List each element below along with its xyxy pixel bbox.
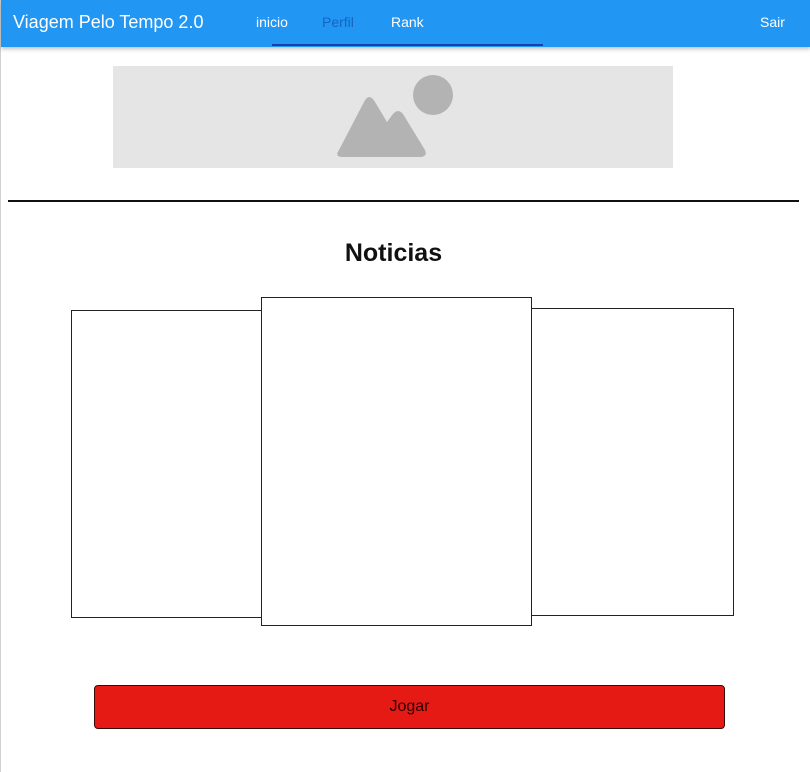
page: Viagem Pelo Tempo 2.0 inicio Perfil Rank…	[0, 0, 810, 772]
tab-inicio[interactable]: inicio	[256, 14, 288, 31]
news-card-center[interactable]	[261, 297, 532, 626]
play-button[interactable]: Jogar	[94, 685, 725, 729]
tab-rank[interactable]: Rank	[391, 14, 424, 31]
app-bar: Viagem Pelo Tempo 2.0 inicio Perfil Rank…	[1, 0, 810, 47]
tab-perfil[interactable]: Perfil	[322, 14, 354, 31]
section-divider	[8, 200, 799, 202]
active-tab-indicator	[272, 44, 543, 46]
banner-image	[113, 66, 673, 168]
app-title: Viagem Pelo Tempo 2.0	[13, 12, 204, 32]
news-card-left[interactable]	[71, 310, 263, 618]
news-card-right[interactable]	[530, 308, 734, 616]
logout-button[interactable]: Sair	[760, 14, 785, 31]
news-title: Noticias	[344, 239, 443, 267]
image-placeholder-icon	[337, 75, 453, 157]
